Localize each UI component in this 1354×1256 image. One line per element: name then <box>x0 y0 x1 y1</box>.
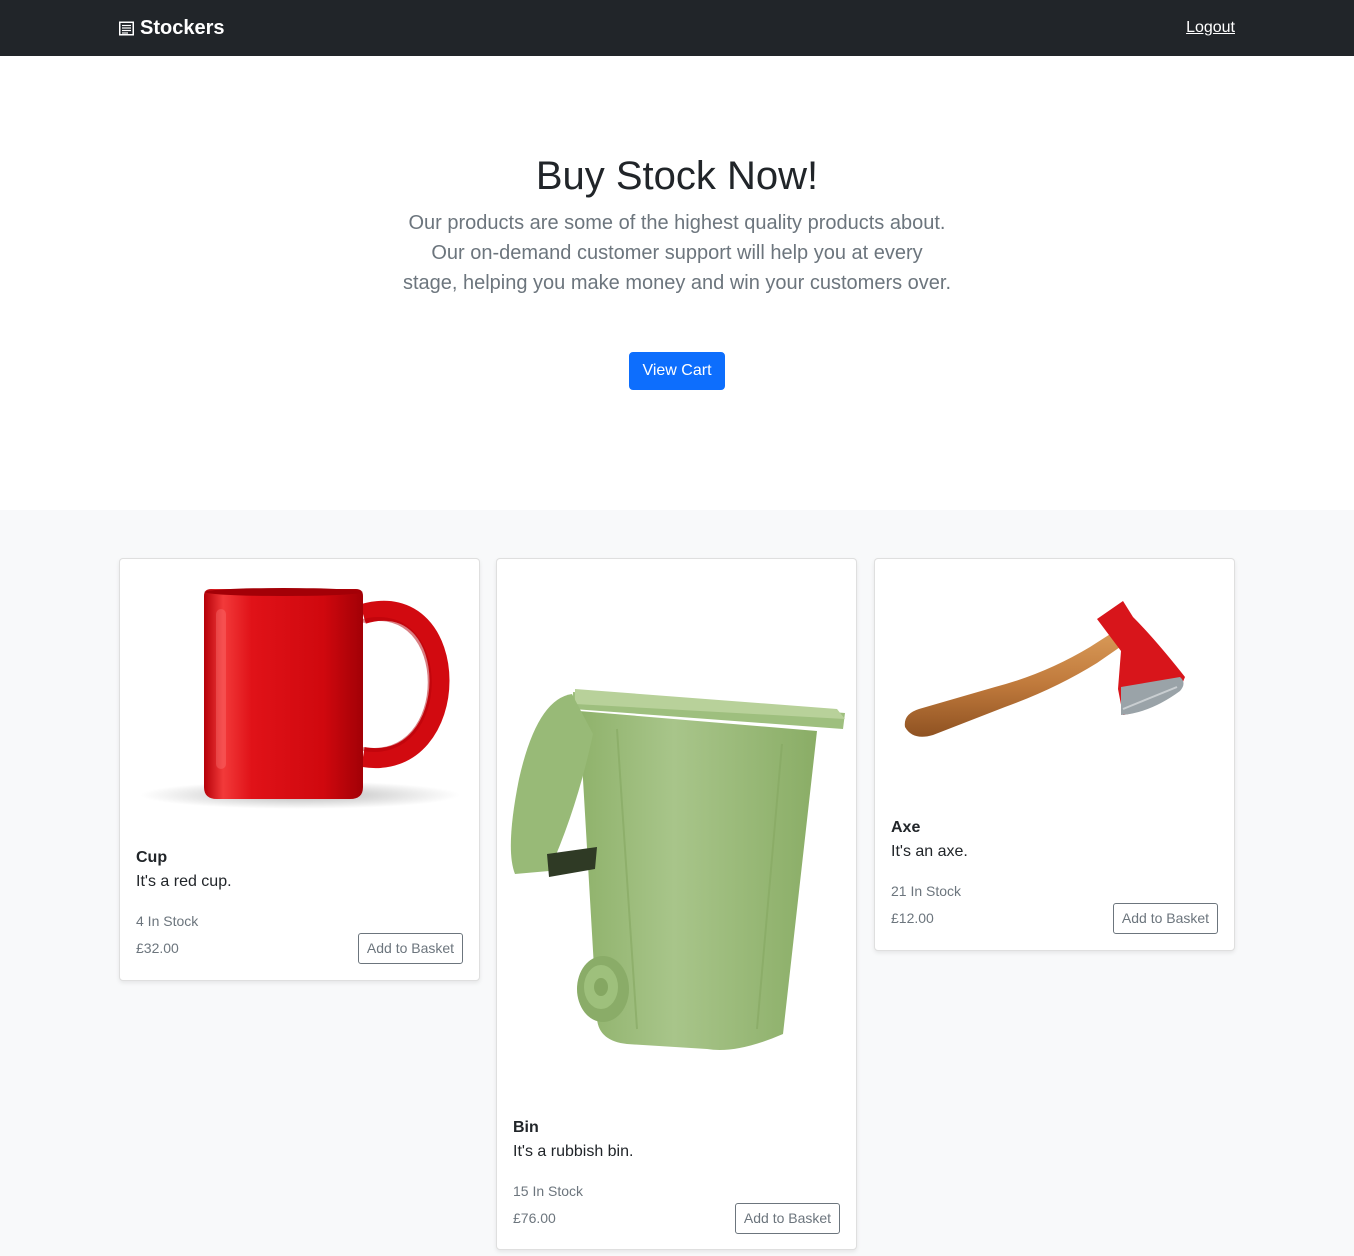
product-card-cup: Cup It's a red cup. 4 In Stock £32.00 Ad… <box>119 558 480 981</box>
product-stock: 21 In Stock <box>891 883 962 899</box>
hero-lead-text: Our products are some of the highest qua… <box>402 212 952 294</box>
green-wheelie-bin-image <box>497 559 856 1099</box>
product-price: £32.00 <box>136 940 179 956</box>
page-title: Buy Stock Now! <box>535 154 819 198</box>
newspaper-icon <box>119 21 134 36</box>
product-card-axe: Axe It's an axe. 21 In Stock £12.00 Add … <box>874 558 1235 951</box>
add-to-basket-button[interactable]: Add to Basket <box>1113 903 1218 934</box>
brand-link[interactable]: Stockers <box>119 16 225 40</box>
product-name: Cup <box>136 849 168 866</box>
view-cart-button[interactable]: View Cart <box>629 352 725 390</box>
brand-name: Stockers <box>140 17 225 39</box>
product-list: Cup It's a red cup. 4 In Stock £32.00 Ad… <box>0 510 1354 1256</box>
product-description: It's a red cup. <box>136 873 232 890</box>
product-description: It's an axe. <box>891 843 968 860</box>
logout-link[interactable]: Logout <box>1186 18 1235 38</box>
hero-section: Buy Stock Now! Our products are some of … <box>0 56 1354 510</box>
product-name: Axe <box>891 819 921 836</box>
product-stock: 15 In Stock <box>513 1183 584 1199</box>
red-mug-image <box>120 559 479 829</box>
add-to-basket-button[interactable]: Add to Basket <box>735 1203 840 1234</box>
product-description: It's a rubbish bin. <box>513 1143 634 1160</box>
product-name: Bin <box>513 1119 539 1136</box>
product-stock: 4 In Stock <box>136 913 199 929</box>
product-price: £76.00 <box>513 1210 556 1226</box>
navbar: Stockers Logout <box>0 0 1354 56</box>
product-price: £12.00 <box>891 910 934 926</box>
product-card-bin: Bin It's a rubbish bin. 15 In Stock £76.… <box>496 558 857 1250</box>
add-to-basket-button[interactable]: Add to Basket <box>358 933 463 964</box>
axe-image <box>875 559 1234 799</box>
